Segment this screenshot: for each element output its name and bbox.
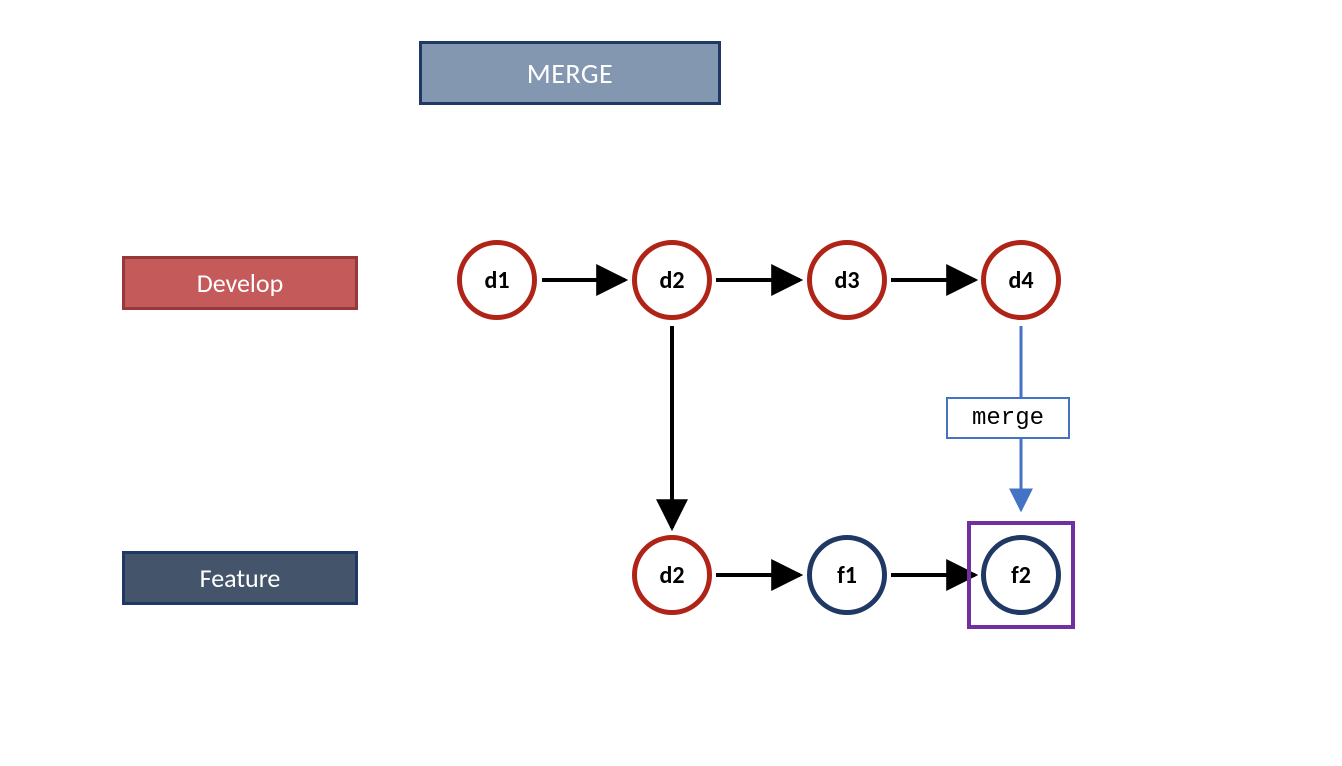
feature-text: Feature <box>200 562 281 594</box>
diagram-arrows <box>0 0 1342 766</box>
commit-f1: f1 <box>807 535 887 615</box>
merge-label-text: merge <box>972 405 1044 432</box>
title-text: MERGE <box>527 56 613 91</box>
commit-d3: d3 <box>807 240 887 320</box>
commit-f2: f2 <box>981 535 1061 615</box>
develop-branch-label: Develop <box>122 256 358 310</box>
merge-label-box: merge <box>946 397 1070 439</box>
commit-d2-copy: d2 <box>632 535 712 615</box>
commit-d3-label: d3 <box>834 266 859 295</box>
commit-d2: d2 <box>632 240 712 320</box>
commit-d4-label: d4 <box>1008 266 1033 295</box>
feature-branch-label: Feature <box>122 551 358 605</box>
commit-d1: d1 <box>457 240 537 320</box>
commit-f2-label: f2 <box>1011 561 1031 590</box>
title-box: MERGE <box>419 41 721 105</box>
commit-d1-label: d1 <box>484 266 509 295</box>
develop-text: Develop <box>197 267 284 299</box>
commit-d2-label: d2 <box>659 266 684 295</box>
commit-d4: d4 <box>981 240 1061 320</box>
commit-f1-label: f1 <box>837 561 857 590</box>
commit-d2b-label: d2 <box>659 561 684 590</box>
